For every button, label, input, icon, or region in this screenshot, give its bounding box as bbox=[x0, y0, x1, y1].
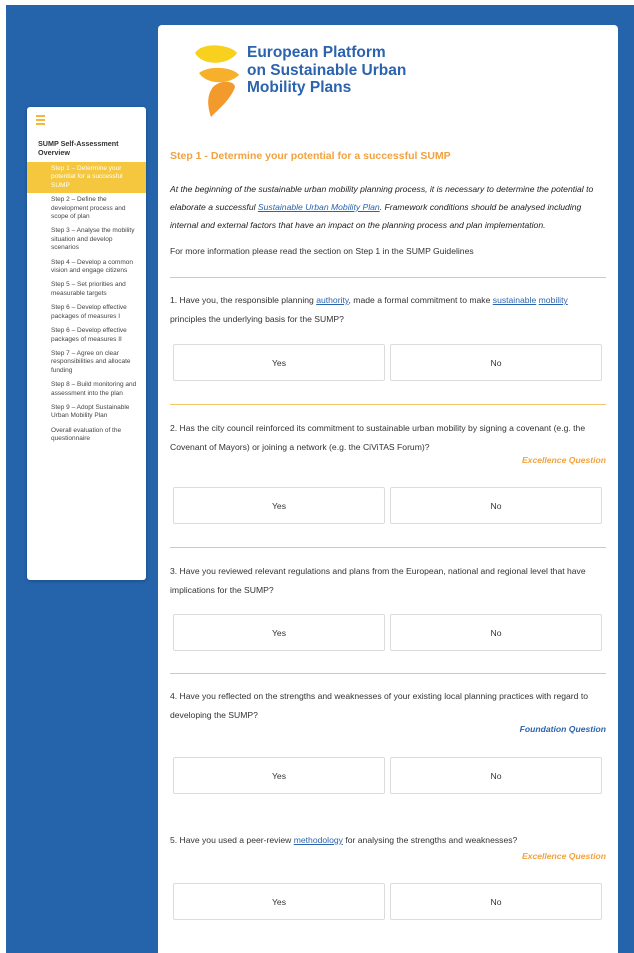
question-4: 4. Have you reflected on the strengths a… bbox=[170, 691, 588, 720]
sidebar-item-step-1[interactable]: Step 1 – Determine your potential for a … bbox=[27, 162, 146, 194]
question-1: 1. Have you, the responsible planning au… bbox=[170, 295, 568, 324]
q1-no-button[interactable]: No bbox=[390, 344, 602, 381]
step-title: Step 1 - Determine your potential for a … bbox=[170, 150, 451, 162]
mobility-link[interactable]: mobility bbox=[539, 295, 568, 305]
more-info-text: For more information please read the sec… bbox=[170, 246, 474, 256]
q4-yes-button[interactable]: Yes bbox=[173, 757, 385, 794]
sidebar-item-step-4[interactable]: Step 4 – Develop a common vision and eng… bbox=[27, 256, 146, 279]
divider bbox=[170, 547, 606, 548]
q3-yes-button[interactable]: Yes bbox=[173, 614, 385, 651]
methodology-link[interactable]: methodology bbox=[294, 835, 343, 845]
question-3: 3. Have you reviewed relevant regulation… bbox=[170, 566, 586, 595]
sidebar-item-step-8[interactable]: Step 8 – Build monitoring and assessment… bbox=[27, 378, 146, 401]
step-intro: At the beginning of the sustainable urba… bbox=[170, 184, 594, 230]
logo-text: European Platform on Sustainable Urban M… bbox=[247, 44, 407, 96]
sidebar-item-step-6a[interactable]: Step 6 – Develop effective packages of m… bbox=[27, 301, 146, 324]
q5-no-button[interactable]: No bbox=[390, 883, 602, 920]
foundation-tag: Foundation Question bbox=[519, 724, 606, 734]
sidebar-item-step-5[interactable]: Step 5 – Set priorities and measurable t… bbox=[27, 278, 146, 301]
q2-yes-button[interactable]: Yes bbox=[173, 487, 385, 524]
sump-link[interactable]: Sustainable Urban Mobility Plan bbox=[258, 202, 380, 212]
excellence-tag: Excellence Question bbox=[521, 455, 606, 465]
hamburger-icon[interactable] bbox=[36, 115, 45, 125]
sidebar-item-step-2[interactable]: Step 2 – Define the development process … bbox=[27, 193, 146, 224]
sidebar-item-step-7[interactable]: Step 7 – Agree on clear responsibilities… bbox=[27, 347, 146, 378]
main-panel: European Platform on Sustainable Urban M… bbox=[158, 25, 618, 953]
divider bbox=[170, 404, 606, 405]
q3-no-button[interactable]: No bbox=[390, 614, 602, 651]
eltis-logo[interactable]: European Platform on Sustainable Urban M… bbox=[193, 43, 473, 121]
sustainable-link[interactable]: sustainable bbox=[493, 295, 536, 305]
q1-yes-button[interactable]: Yes bbox=[173, 344, 385, 381]
q2-no-button[interactable]: No bbox=[390, 487, 602, 524]
sidebar-item-step-6b[interactable]: Step 6 – Develop effective packages of m… bbox=[27, 324, 146, 347]
q5-yes-button[interactable]: Yes bbox=[173, 883, 385, 920]
question-5: 5. Have you used a peer-review methodolo… bbox=[170, 835, 518, 845]
q4-no-button[interactable]: No bbox=[390, 757, 602, 794]
sidebar-item-overall[interactable]: Overall evaluation of the questionnaire bbox=[27, 424, 146, 447]
sidebar-title: SUMP Self-Assessment Overview bbox=[38, 139, 119, 157]
excellence-tag: Excellence Question bbox=[521, 851, 606, 861]
authority-link[interactable]: authority bbox=[316, 295, 348, 305]
sidebar-item-step-9[interactable]: Step 9 – Adopt Sustainable Urban Mobilit… bbox=[27, 401, 146, 424]
divider bbox=[170, 673, 606, 674]
divider bbox=[170, 277, 606, 278]
sidebar-nav: Step 1 – Determine your potential for a … bbox=[27, 162, 146, 447]
question-2: 2. Has the city council reinforced its c… bbox=[170, 423, 586, 452]
sidebar: SUMP Self-Assessment Overview Step 1 – D… bbox=[27, 107, 146, 580]
logo-mark-icon bbox=[195, 45, 239, 117]
sidebar-item-step-3[interactable]: Step 3 – Analyse the mobility situation … bbox=[27, 224, 146, 255]
